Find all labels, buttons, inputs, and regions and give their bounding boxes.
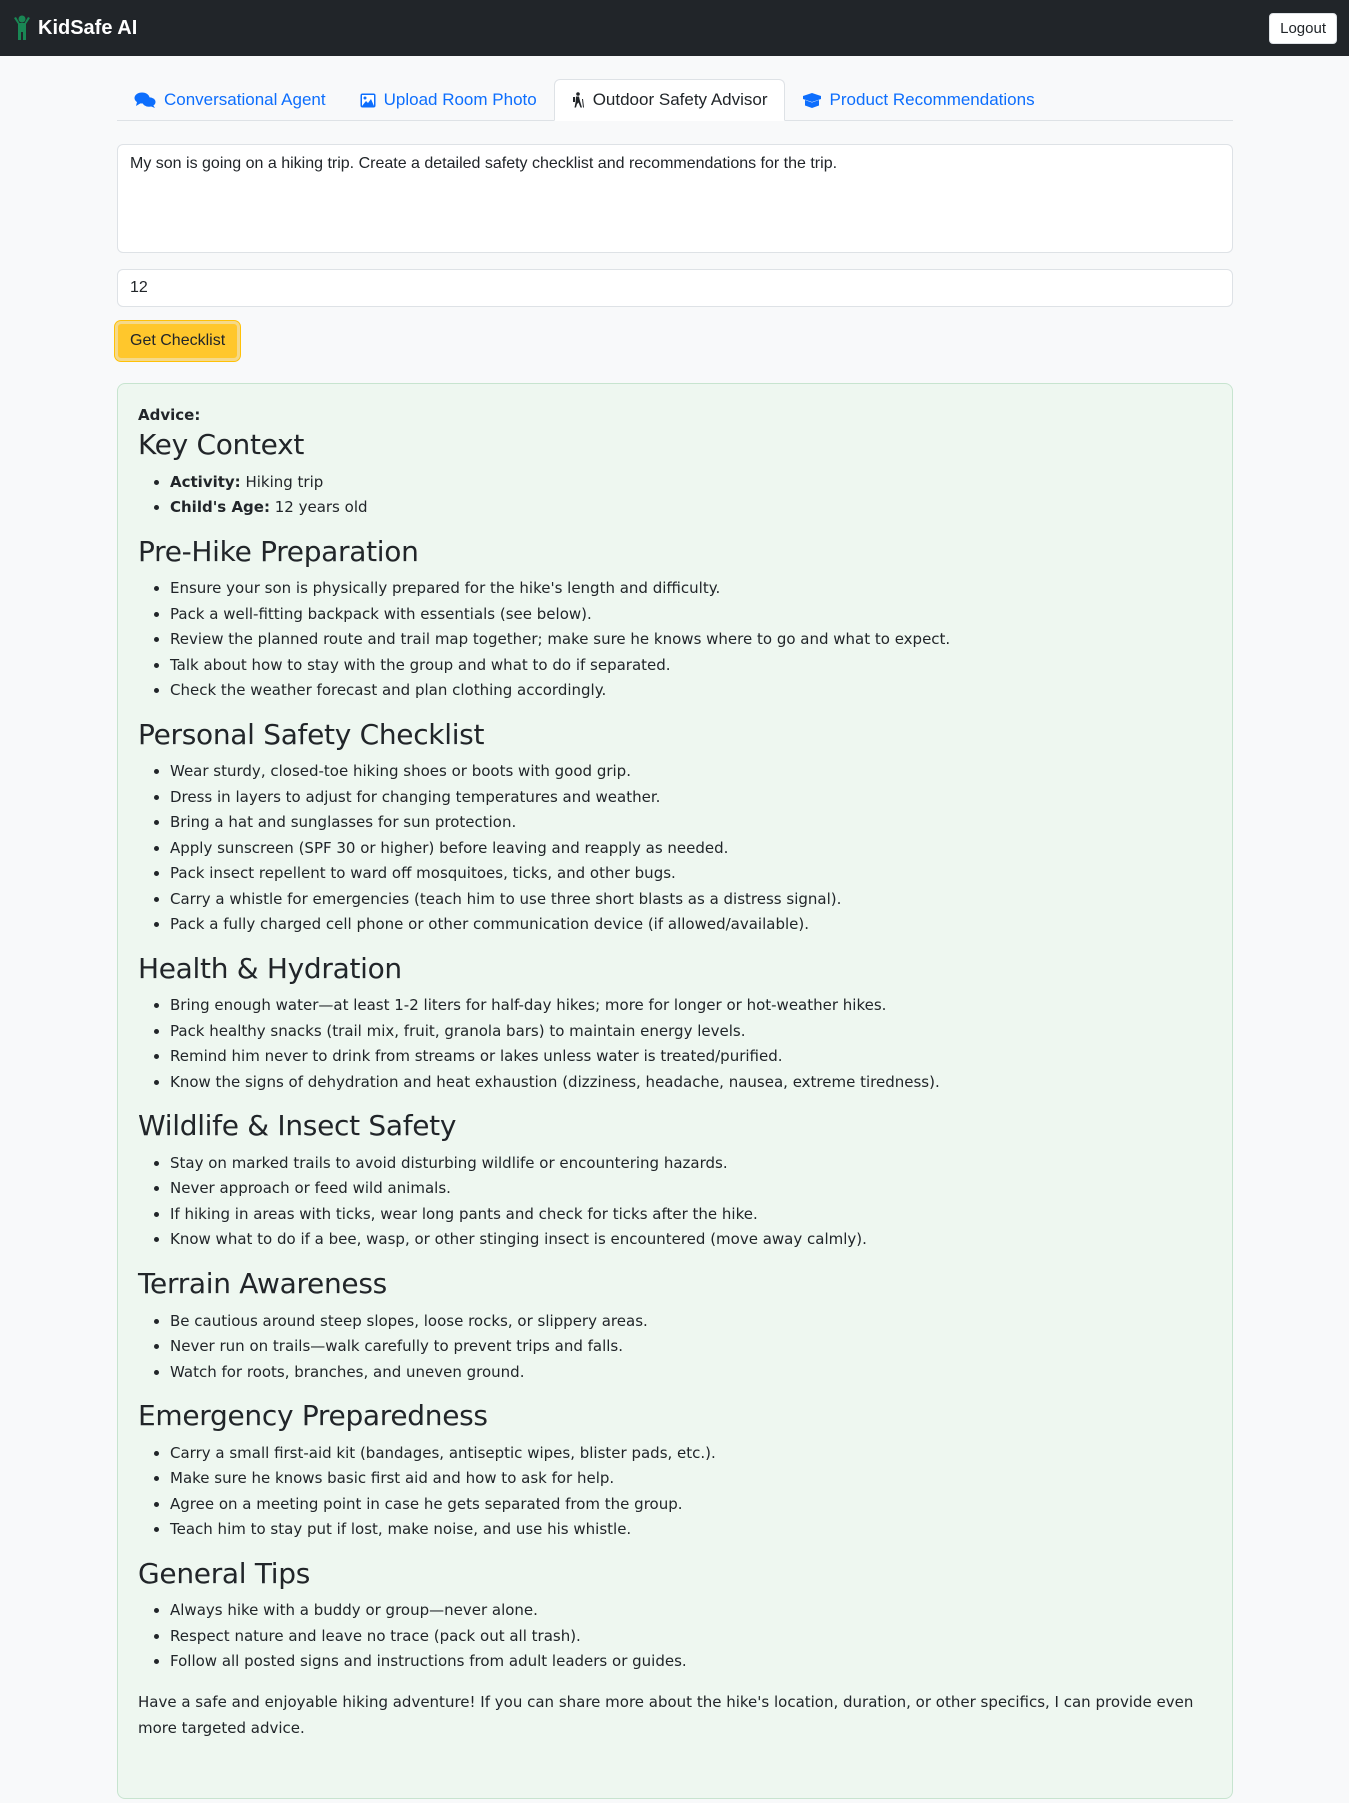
section-list: Stay on marked trails to avoid disturbin… xyxy=(138,1151,1212,1253)
section-list: Be cautious around steep slopes, loose r… xyxy=(138,1309,1212,1386)
list-item: Know what to do if a bee, wasp, or other… xyxy=(170,1227,1212,1253)
list-item: Be cautious around steep slopes, loose r… xyxy=(170,1309,1212,1335)
hiking-icon xyxy=(572,92,584,108)
list-item: Always hike with a buddy or group—never … xyxy=(170,1598,1212,1624)
list-item: Know the signs of dehydration and heat e… xyxy=(170,1070,1212,1096)
tab-label: Conversational Agent xyxy=(164,90,326,109)
list-item: Carry a small first-aid kit (bandages, a… xyxy=(170,1441,1212,1467)
list-item: Bring enough water—at least 1-2 liters f… xyxy=(170,993,1212,1019)
list-item: Dress in layers to adjust for changing t… xyxy=(170,785,1212,811)
item-value: 12 years old xyxy=(269,498,368,517)
section-title: Emergency Preparedness xyxy=(138,1399,488,1433)
section-title: Terrain Awareness xyxy=(138,1266,387,1300)
image-icon xyxy=(360,93,376,107)
tab-label: Upload Room Photo xyxy=(383,90,537,109)
child-icon xyxy=(14,15,30,40)
section-list: Wear sturdy, closed-toe hiking shoes or … xyxy=(138,759,1212,938)
comments-icon xyxy=(134,92,156,108)
list-item: Pack healthy snacks (trail mix, fruit, g… xyxy=(170,1019,1212,1045)
list-item: Never approach or feed wild animals. xyxy=(170,1176,1212,1202)
list-item: Ensure your son is physically prepared f… xyxy=(170,576,1212,602)
list-item: Wear sturdy, closed-toe hiking shoes or … xyxy=(170,759,1212,785)
tab-product-recommendations[interactable]: Product Recommendations xyxy=(785,79,1052,121)
tab-label: Product Recommendations xyxy=(829,90,1035,109)
list-item: Review the planned route and trail map t… xyxy=(170,627,1212,653)
brand[interactable]: KidSafe AI xyxy=(12,15,137,41)
list-item: Talk about how to stay with the group an… xyxy=(170,653,1212,679)
list-item: Activity: Hiking trip xyxy=(170,470,1212,496)
section-list: Bring enough water—at least 1-2 liters f… xyxy=(138,993,1212,1095)
tab-bar: Conversational Agent Upload Room Photo O… xyxy=(117,79,1233,121)
item-value: Hiking trip xyxy=(240,472,324,491)
list-item: Watch for roots, branches, and uneven gr… xyxy=(170,1360,1212,1386)
child-age-input[interactable] xyxy=(117,269,1233,307)
list-item: Stay on marked trails to avoid disturbin… xyxy=(170,1151,1212,1177)
main-container: Conversational Agent Upload Room Photo O… xyxy=(115,56,1233,1799)
closing-note: Have a safe and enjoyable hiking adventu… xyxy=(138,1692,1194,1737)
list-item: Teach him to stay put if lost, make nois… xyxy=(170,1517,1212,1543)
list-item: Agree on a meeting point in case he gets… xyxy=(170,1492,1212,1518)
logout-button[interactable]: Logout xyxy=(1269,12,1337,44)
brand-name: KidSafe AI xyxy=(38,16,138,39)
tab-conversational-agent[interactable]: Conversational Agent xyxy=(117,79,343,121)
list-item: Child's Age: 12 years old xyxy=(170,495,1212,521)
advice-sections: Pre-Hike Preparation Ensure your son is p… xyxy=(138,535,1212,1675)
section-title: General Tips xyxy=(138,1556,311,1590)
list-item: Check the weather forecast and plan clot… xyxy=(170,678,1212,704)
key-context-list: Activity: Hiking trip Child's Age: 12 ye… xyxy=(138,470,1212,521)
section-list: Carry a small first-aid kit (bandages, a… xyxy=(138,1441,1212,1543)
item-key: Activity: xyxy=(170,472,241,491)
section-title: Wildlife & Insect Safety xyxy=(138,1109,457,1143)
list-item: Pack a well-fitting backpack with essent… xyxy=(170,602,1212,628)
list-item: Apply sunscreen (SPF 30 or higher) befor… xyxy=(170,836,1212,862)
section-list: Ensure your son is physically prepared f… xyxy=(138,576,1212,704)
top-navbar: KidSafe AI Logout xyxy=(0,0,1349,56)
section-title: Pre-Hike Preparation xyxy=(138,534,419,568)
boxes-icon xyxy=(802,92,821,108)
list-item: Make sure he knows basic first aid and h… xyxy=(170,1466,1212,1492)
section-title: Personal Safety Checklist xyxy=(138,717,485,751)
prompt-input[interactable]: My son is going on a hiking trip. Create… xyxy=(117,144,1233,253)
tab-outdoor-safety-advisor[interactable]: Outdoor Safety Advisor xyxy=(553,79,785,121)
list-item: Respect nature and leave no trace (pack … xyxy=(170,1624,1212,1650)
list-item: Remind him never to drink from streams o… xyxy=(170,1044,1212,1070)
list-item: Never run on trails—walk carefully to pr… xyxy=(170,1334,1212,1360)
list-item: Carry a whistle for emergencies (teach h… xyxy=(170,887,1212,913)
section-list: Always hike with a buddy or group—never … xyxy=(138,1598,1212,1675)
list-item: Follow all posted signs and instructions… xyxy=(170,1649,1212,1675)
advice-panel: Advice: Key Context Activity: Hiking tri… xyxy=(117,383,1233,1799)
list-item: If hiking in areas with ticks, wear long… xyxy=(170,1202,1212,1228)
advice-label: Advice: xyxy=(138,406,201,424)
list-item: Bring a hat and sunglasses for sun prote… xyxy=(170,810,1212,836)
section-title: Key Context xyxy=(138,428,305,461)
list-item: Pack a fully charged cell phone or other… xyxy=(170,912,1212,938)
tab-label: Outdoor Safety Advisor xyxy=(592,90,768,109)
list-item: Pack insect repellent to ward off mosqui… xyxy=(170,861,1212,887)
tab-upload-room-photo[interactable]: Upload Room Photo xyxy=(343,79,554,121)
item-key: Child's Age: xyxy=(170,498,270,517)
get-checklist-button[interactable]: Get Checklist xyxy=(115,321,241,361)
section-title: Health & Hydration xyxy=(138,951,402,985)
